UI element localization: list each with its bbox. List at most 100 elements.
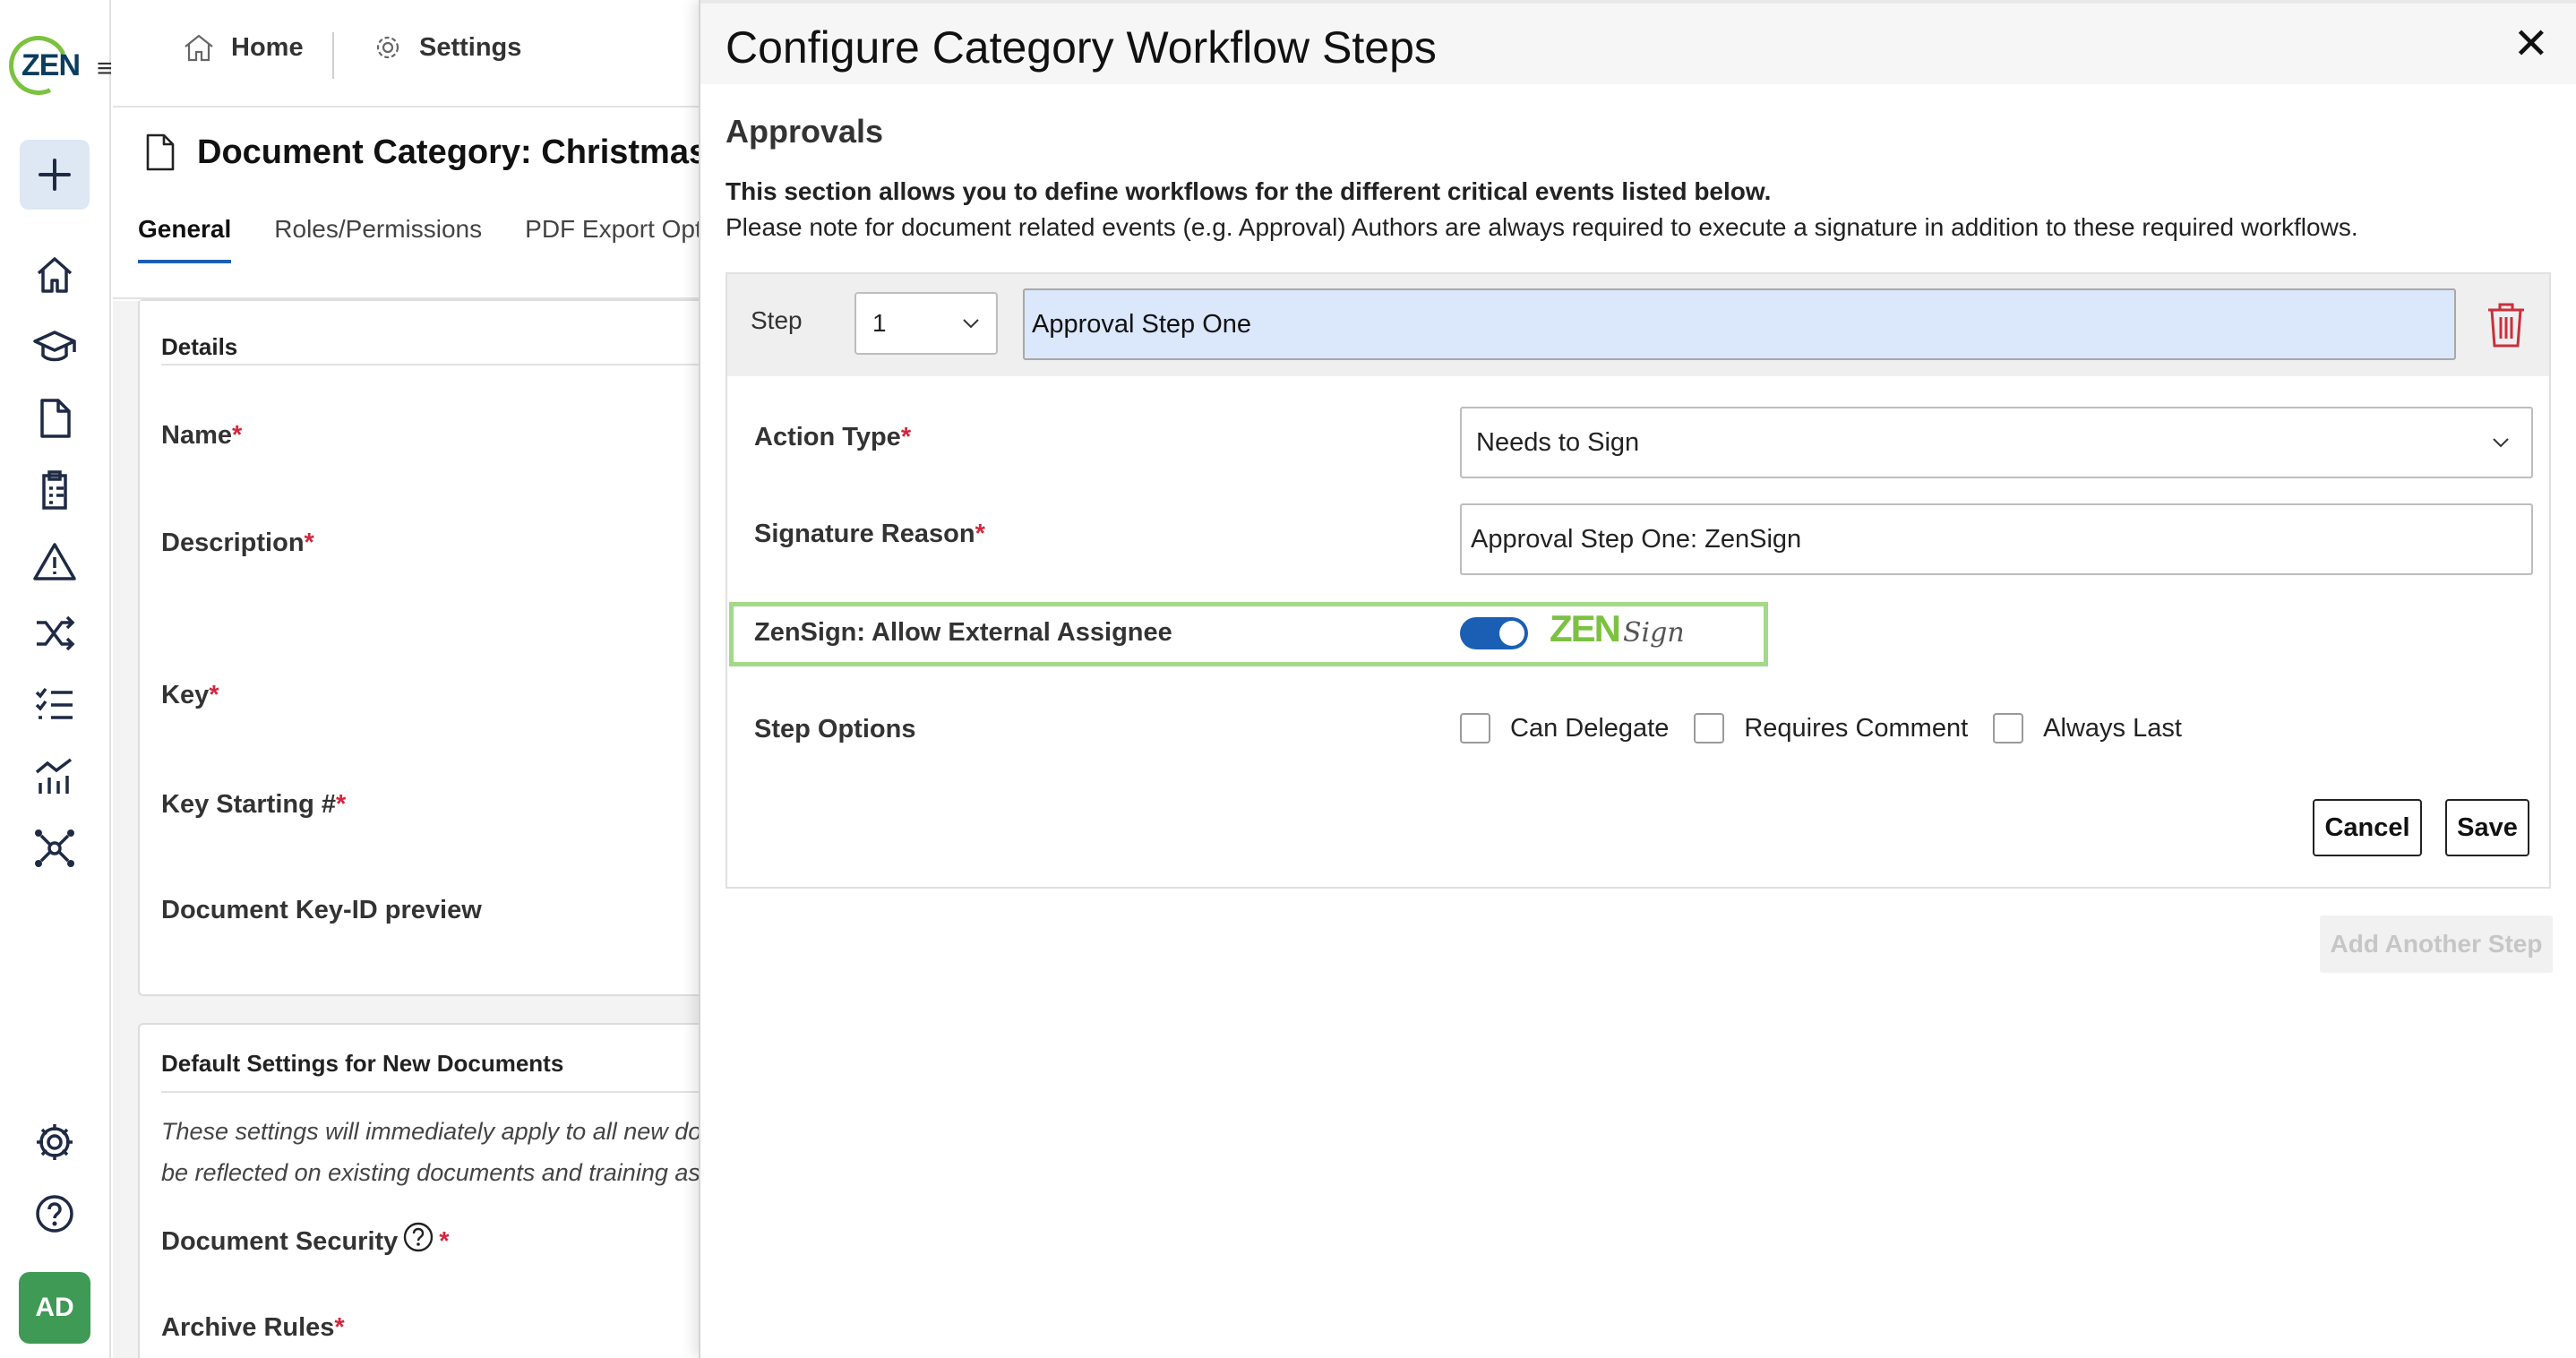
network-icon[interactable] <box>27 821 82 876</box>
field-key-preview: Document Key-ID preview <box>161 896 482 924</box>
step-name-input[interactable]: Approval Step One <box>1023 288 2456 360</box>
checklist-icon[interactable] <box>27 677 82 733</box>
action-type-label: Action Type* <box>754 423 911 452</box>
option-can-delegate[interactable]: Can Delegate <box>1460 713 1669 743</box>
action-type-select[interactable]: Needs to Sign <box>1460 407 2533 478</box>
step-label: Step <box>751 306 803 334</box>
required-marker: * <box>232 421 243 450</box>
trash-icon[interactable] <box>2483 299 2529 349</box>
required-marker: * <box>334 1313 345 1342</box>
section-title: Approvals <box>726 113 884 150</box>
signature-reason-input[interactable]: Approval Step One: ZenSign <box>1460 503 2533 575</box>
required-marker: * <box>439 1227 450 1256</box>
top-bar: Home Settings <box>113 0 704 107</box>
home-nav-icon <box>185 34 213 62</box>
page-title-text: Document Category: Christmas Co <box>197 133 763 171</box>
signature-reason-label-text: Signature Reason <box>754 520 975 548</box>
settings-nav-icon <box>376 36 399 59</box>
home-nav-label: Home <box>231 32 304 62</box>
field-archive-rules-label: Archive Rules <box>161 1313 335 1342</box>
modal-title: Configure Category Workflow Steps <box>726 22 1437 73</box>
shuffle-icon[interactable] <box>27 606 82 661</box>
breadcrumb-divider <box>332 32 334 79</box>
details-heading: Details <box>161 333 238 360</box>
field-key-label: Key <box>161 681 210 709</box>
close-icon[interactable]: ✕ <box>2513 23 2549 66</box>
logo-text: ZEN <box>21 48 81 82</box>
modal-header: Configure Category Workflow Steps ✕ <box>700 0 2576 84</box>
option-requires-comment[interactable]: Requires Comment <box>1694 713 1968 743</box>
field-document-security: Document Security * <box>161 1222 450 1257</box>
document-icon[interactable] <box>27 391 82 446</box>
option-label: Always Last <box>2043 713 2182 743</box>
cancel-button[interactable]: Cancel <box>2313 799 2422 856</box>
signature-reason-label: Signature Reason* <box>754 520 985 549</box>
help-circle-icon[interactable] <box>403 1222 434 1252</box>
field-name-label: Name <box>161 421 232 450</box>
details-card: Details Name* Description* Key* Key Star… <box>138 301 704 996</box>
step-options: Can Delegate Requires Comment Always Las… <box>1460 713 2182 743</box>
details-divider <box>161 364 704 365</box>
step-number-select[interactable]: 1 <box>854 292 998 355</box>
field-key-starting: Key Starting #* <box>161 790 346 820</box>
field-key-starting-label: Key Starting # <box>161 790 336 819</box>
section-description: Please note for document related events … <box>726 213 2358 241</box>
clipboard-icon[interactable] <box>27 462 82 518</box>
hamburger-menu-icon[interactable]: ≡ <box>97 56 113 82</box>
step-number-value: 1 <box>872 309 887 337</box>
external-assignee-label: ZenSign: Allow External Assignee <box>754 618 1172 647</box>
chevron-down-icon <box>963 319 979 329</box>
tab-roles-permissions[interactable]: Roles/Permissions <box>274 215 482 263</box>
defaults-card: Default Settings for New Documents These… <box>138 1023 704 1358</box>
add-another-step-button[interactable]: Add Another Step <box>2320 915 2553 973</box>
home-icon[interactable] <box>27 247 82 303</box>
page-title: Document Category: Christmas Co <box>145 133 762 172</box>
section-description-bold: This section allows you to define workfl… <box>726 177 1772 205</box>
defaults-heading: Default Settings for New Documents <box>161 1050 564 1077</box>
left-rail: ZEN ≡ AD <box>0 0 113 1358</box>
action-type-label-text: Action Type <box>754 423 901 451</box>
plus-icon[interactable] <box>20 140 90 210</box>
required-marker: * <box>304 529 314 557</box>
defaults-description-line1: These settings will immediately apply to… <box>161 1118 704 1145</box>
field-name: Name* <box>161 421 242 451</box>
option-always-last[interactable]: Always Last <box>1993 713 2182 743</box>
defaults-divider <box>161 1091 704 1093</box>
document-title-icon <box>146 133 175 171</box>
zensign-logo-zen: ZEN <box>1550 607 1621 649</box>
workflow-steps-modal: Configure Category Workflow Steps ✕ Appr… <box>699 0 2576 1358</box>
defaults-description-line2: be reflected on existing documents and t… <box>161 1159 704 1186</box>
tab-pdf-export[interactable]: PDF Export Opti <box>525 215 708 263</box>
workflow-step-card: Step 1 Approval Step One Action Type* Ne… <box>726 272 2551 889</box>
home-nav[interactable]: Home <box>183 32 304 63</box>
graduation-cap-icon[interactable] <box>27 319 82 374</box>
tab-general[interactable]: General <box>138 215 232 263</box>
zen-logo[interactable]: ZEN <box>0 27 81 104</box>
checkbox[interactable] <box>1460 713 1490 743</box>
required-marker: * <box>209 681 219 709</box>
settings-nav[interactable]: Settings <box>373 32 521 63</box>
toggle-knob <box>1499 621 1524 646</box>
checkbox[interactable] <box>1993 713 2024 743</box>
option-label: Can Delegate <box>1510 713 1670 743</box>
field-key: Key* <box>161 681 219 710</box>
gear-icon[interactable] <box>27 1114 82 1170</box>
zensign-logo: ZEN Sign <box>1550 607 1685 650</box>
page-header: Document Category: Christmas Co General … <box>113 109 762 299</box>
action-type-value: Needs to Sign <box>1476 427 1640 457</box>
step-options-label: Step Options <box>754 715 916 743</box>
zensign-logo-sign: Sign <box>1623 617 1685 649</box>
analytics-icon[interactable] <box>27 749 82 804</box>
save-button[interactable]: Save <box>2445 799 2529 856</box>
help-icon[interactable] <box>27 1186 82 1242</box>
required-marker: * <box>336 790 347 819</box>
required-marker: * <box>975 520 985 548</box>
external-assignee-toggle[interactable] <box>1460 617 1528 649</box>
checkbox[interactable] <box>1694 713 1725 743</box>
warning-icon[interactable] <box>27 534 82 589</box>
option-label: Requires Comment <box>1744 713 1969 743</box>
tab-bar: General Roles/Permissions PDF Export Opt… <box>138 215 708 263</box>
settings-content-inner: Details Name* Description* Key* Key Star… <box>113 301 704 1358</box>
field-description-label: Description <box>161 529 305 557</box>
avatar[interactable]: AD <box>19 1272 90 1344</box>
